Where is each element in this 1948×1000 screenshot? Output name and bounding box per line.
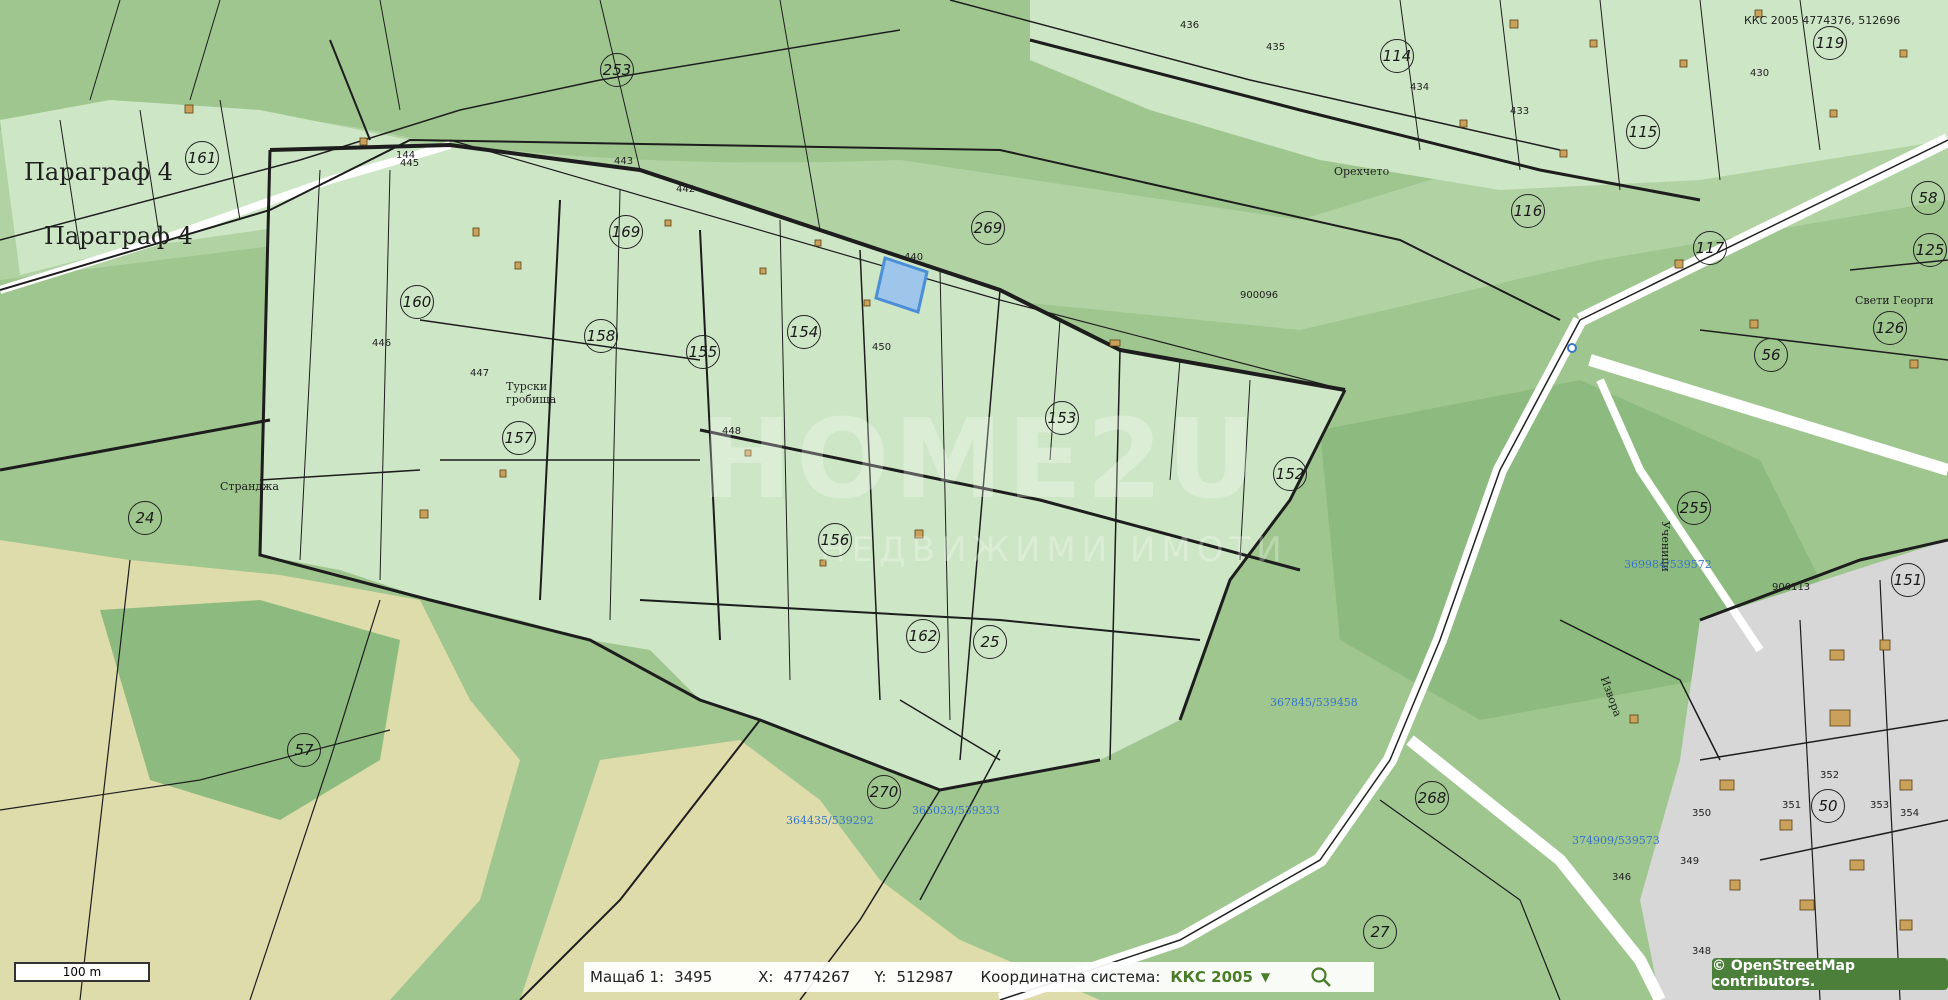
- parcel-number[interactable]: 58: [1911, 181, 1945, 215]
- point-number: 436: [1180, 20, 1200, 31]
- parcel-number[interactable]: 27: [1363, 915, 1397, 949]
- parcel-number[interactable]: 126: [1873, 311, 1907, 345]
- parcel-number[interactable]: 117: [1693, 231, 1727, 265]
- point-number: 348: [1692, 946, 1712, 957]
- point-number: 353: [1870, 800, 1890, 811]
- geodetic-point: 900113: [1772, 582, 1811, 593]
- point-number: 447: [470, 368, 490, 379]
- point-number: 446: [372, 338, 392, 349]
- paragraph-label: Параграф 4: [44, 222, 193, 250]
- parcel-number[interactable]: 268: [1415, 781, 1449, 815]
- osm-attribution[interactable]: © OpenStreetMap contributors.: [1712, 958, 1948, 990]
- point-number: 440: [904, 252, 924, 263]
- y-value: 512987: [896, 968, 954, 986]
- parcel-number[interactable]: 270: [867, 775, 901, 809]
- crs-label: Координатна система:: [980, 968, 1161, 986]
- place-label: Турски гробища: [506, 380, 557, 406]
- point-number: 352: [1820, 770, 1840, 781]
- point-number: 435: [1266, 42, 1286, 53]
- parcel-number[interactable]: 253: [600, 53, 634, 87]
- parcel-number[interactable]: 114: [1380, 39, 1414, 73]
- parcel-number[interactable]: 25: [973, 625, 1007, 659]
- parcel-number[interactable]: 116: [1511, 194, 1545, 228]
- point-number: 430: [1750, 68, 1770, 79]
- parcel-number[interactable]: 115: [1626, 115, 1660, 149]
- x-label: X:: [758, 968, 774, 986]
- parcel-number[interactable]: 151: [1891, 563, 1925, 597]
- crs-coordinate-label: ККС 2005 4774376, 512696: [1744, 14, 1901, 27]
- scale-label: Мащаб 1:: [590, 968, 665, 986]
- point-number: 433: [1510, 106, 1530, 117]
- point-number: 351: [1782, 800, 1802, 811]
- parcel-number[interactable]: 56: [1754, 338, 1788, 372]
- parcel-number[interactable]: 152: [1273, 457, 1307, 491]
- parcel-number[interactable]: 158: [584, 319, 618, 353]
- place-label: Свети Георги: [1855, 294, 1934, 307]
- point-number: 448: [722, 426, 742, 437]
- point-number: 144: [396, 150, 416, 161]
- parcel-number[interactable]: 156: [818, 523, 852, 557]
- search-icon: [1311, 967, 1332, 987]
- geodetic-point: 900096: [1240, 290, 1279, 301]
- chevron-down-icon[interactable]: ▼: [1261, 970, 1270, 984]
- parcel-number[interactable]: 269: [971, 211, 1005, 245]
- parcel-number[interactable]: 162: [906, 619, 940, 653]
- parcel-number[interactable]: 154: [787, 315, 821, 349]
- scale-bar: 100 m: [14, 962, 150, 982]
- parcel-number[interactable]: 157: [502, 421, 536, 455]
- parcel-number[interactable]: 255: [1677, 491, 1711, 525]
- point-number: 350: [1692, 808, 1712, 819]
- watermark-subtitle: НЕДВИЖИМИ ИМОТИ: [820, 530, 1288, 570]
- place-label: Странджа: [220, 480, 279, 493]
- parcel-number[interactable]: 125: [1913, 233, 1947, 267]
- point-number: 442: [676, 184, 696, 195]
- point-number: 346: [1612, 872, 1632, 883]
- x-value: 4774267: [783, 968, 851, 986]
- parcel-number[interactable]: 155: [686, 335, 720, 369]
- point-number: 434: [1410, 82, 1430, 93]
- y-label: Y:: [874, 968, 887, 986]
- place-label: Орехчето: [1334, 165, 1390, 178]
- parcel-number[interactable]: 153: [1045, 401, 1079, 435]
- parcel-number[interactable]: 161: [185, 141, 219, 175]
- search-button[interactable]: [1306, 964, 1336, 990]
- coordinate-label: 374909/539573: [1572, 834, 1660, 847]
- coordinate-label: 367845/539458: [1270, 696, 1358, 709]
- parcel-number[interactable]: 119: [1813, 26, 1847, 60]
- paragraph-label: Параграф 4: [24, 158, 173, 186]
- parcel-number[interactable]: 169: [609, 215, 643, 249]
- watermark: HOME2U: [700, 395, 1261, 523]
- coordinate-label: 369984/539572: [1624, 558, 1712, 571]
- point-number: 349: [1680, 856, 1700, 867]
- parcel-number[interactable]: 57: [287, 733, 321, 767]
- coordinate-label: 365033/539333: [912, 804, 1000, 817]
- point-number: 450: [872, 342, 892, 353]
- coordinate-label: 364435/539292: [786, 814, 874, 827]
- parcel-number[interactable]: 50: [1811, 789, 1845, 823]
- crs-select[interactable]: ККС 2005: [1170, 968, 1253, 986]
- point-number: 354: [1900, 808, 1920, 819]
- map-toolbar: Мащаб 1: 3495 X: 4774267 Y: 512987 Коорд…: [584, 962, 1374, 992]
- point-number: 443: [614, 156, 634, 167]
- scale-value[interactable]: 3495: [674, 968, 734, 986]
- parcel-number[interactable]: 24: [128, 501, 162, 535]
- parcel-number[interactable]: 160: [400, 285, 434, 319]
